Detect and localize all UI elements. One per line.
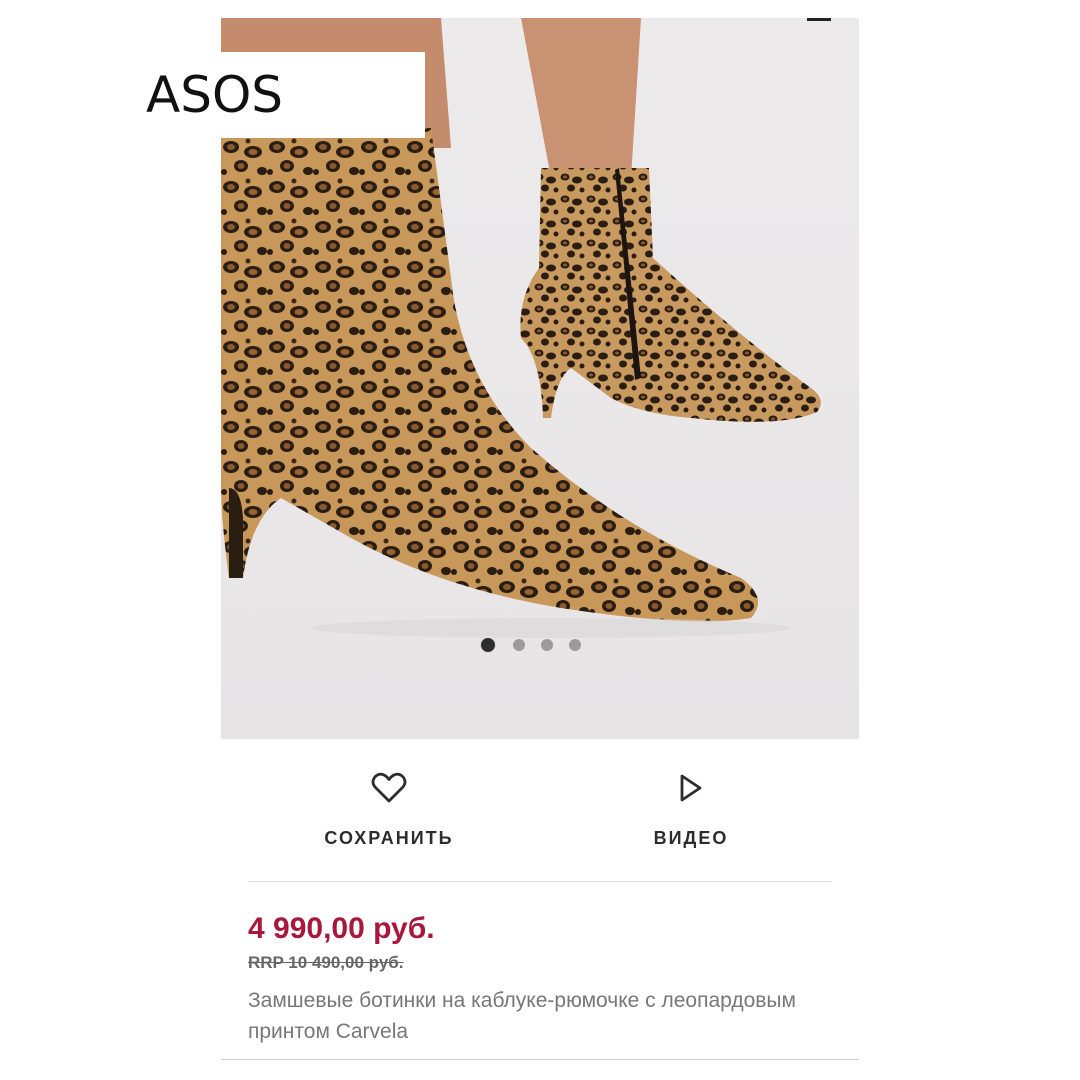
- brand-logo: ASOS: [140, 52, 425, 138]
- product-actions: СОХРАНИТЬ ВИДЕО: [221, 760, 859, 880]
- brand-name: ASOS: [146, 66, 284, 124]
- divider-bottom: [221, 1059, 859, 1060]
- product-rrp: RRP 10 490,00 руб.: [248, 953, 404, 972]
- product-page: СОХРАНИТЬ ВИДЕО 4 990,00 руб. RRP 10 490…: [221, 0, 859, 1080]
- video-label: ВИДЕО: [653, 828, 729, 848]
- carousel-dot-4[interactable]: [569, 639, 581, 651]
- carousel-dot-2[interactable]: [513, 639, 525, 651]
- carousel-dots[interactable]: [479, 636, 581, 654]
- save-button[interactable]: СОХРАНИТЬ: [289, 772, 489, 849]
- product-title[interactable]: Замшевые ботинки на каблуке-рюмочке с ле…: [248, 985, 808, 1047]
- save-label: СОХРАНИТЬ: [324, 828, 454, 848]
- product-price: 4 990,00 руб.: [248, 912, 435, 945]
- play-icon: [680, 774, 702, 802]
- menu-icon[interactable]: [807, 18, 831, 21]
- heart-icon: [371, 772, 407, 803]
- carousel-dot-3[interactable]: [541, 639, 553, 651]
- carousel-dot-1[interactable]: [479, 636, 497, 654]
- video-button[interactable]: ВИДЕО: [591, 772, 791, 849]
- divider: [248, 881, 832, 882]
